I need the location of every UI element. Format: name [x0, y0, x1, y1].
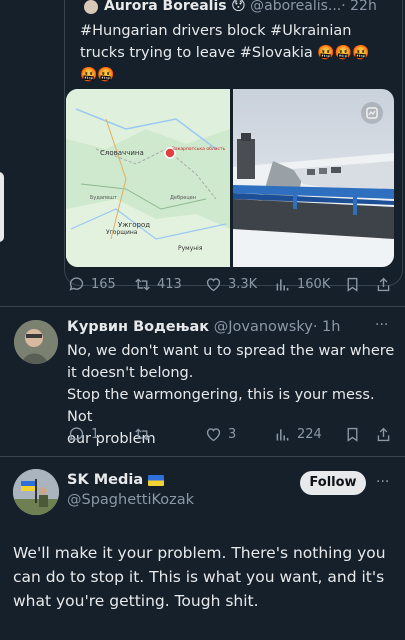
heart-icon — [206, 278, 221, 292]
main-text-line-2: can do to stop it. This is what you want… — [13, 568, 385, 586]
quoted-like-button[interactable]: 3.3K — [205, 276, 257, 293]
quoted-repost-count: 413 — [157, 277, 182, 292]
reply-text-line-3: Stop the warmongering, this is your mess… — [67, 387, 375, 425]
main-text-line-3: what you're getting. Tough shit. — [13, 592, 259, 610]
reply-bookmark-button[interactable] — [344, 426, 361, 443]
map-label-debrecen: Дебрецен — [170, 195, 197, 201]
follow-button[interactable]: Follow — [300, 471, 366, 495]
reply-more-button[interactable]: ··· — [375, 317, 388, 333]
reply-reply-count: 1 — [91, 427, 100, 442]
views-icon — [276, 429, 289, 441]
share-icon — [377, 427, 390, 442]
reply-repost-button[interactable] — [134, 426, 157, 443]
reply-avatar[interactable] — [14, 320, 58, 364]
ukraine-flag-icon — [148, 474, 165, 486]
map-label-slovakia: Словаччина — [100, 149, 144, 157]
map-label-oblast: Закарпатська область — [172, 147, 226, 152]
quoted-age: · 22h — [341, 0, 377, 14]
reply-views-button[interactable]: 224 — [274, 426, 322, 443]
scroll-handle[interactable] — [0, 172, 4, 242]
divider-2 — [0, 456, 405, 457]
reply-views-count: 224 — [297, 427, 322, 442]
quoted-display-name: Aurora Borealis — [104, 0, 227, 14]
quoted-reply-button[interactable]: 165 — [68, 276, 116, 293]
bookmark-icon — [347, 427, 358, 442]
reply-handle: @Jovanowsky — [213, 319, 313, 335]
reply-text-line-1: No, we don't want u to spread the war wh… — [67, 343, 395, 359]
quoted-emojis-line-3: 🤬🤬 — [80, 67, 115, 83]
views-icon — [276, 279, 289, 291]
map-image[interactable]: Словаччина Закарпатська область Ужгород … — [66, 89, 230, 267]
heart-icon — [206, 428, 221, 442]
quoted-views-button[interactable]: 160K — [274, 276, 330, 293]
quoted-text-line-2: trucks trying to leave #Slovakia — [80, 45, 313, 61]
divider-1 — [0, 306, 405, 307]
main-handle: @SpaghettiKozak — [67, 492, 195, 508]
repost-icon — [135, 428, 150, 441]
quoted-reply-count: 165 — [91, 277, 116, 292]
quoted-avatar — [84, 0, 98, 14]
main-post-text: We'll make it your problem. There's noth… — [13, 541, 401, 613]
quoted-like-count: 3.3K — [228, 277, 258, 292]
repost-icon — [135, 278, 150, 291]
reply-icon — [69, 427, 84, 441]
map-label-budapest: Будапешт — [90, 195, 117, 201]
reply-text-line-2: it doesn't belong. — [67, 365, 194, 381]
map-label-hungary: Угорщина — [106, 229, 138, 236]
map-label-romania: Румунія — [178, 245, 203, 252]
reply-icon — [69, 277, 84, 291]
quoted-handle: @aborealis... — [250, 0, 342, 14]
share-icon — [377, 277, 390, 292]
reply-age: · 1h — [312, 319, 341, 335]
quoted-name-emoji: 😯 — [231, 0, 246, 14]
map-label-uzhhorod: Ужгород — [118, 221, 151, 229]
map-graphic — [66, 89, 230, 267]
reply-like-button[interactable]: 3 — [205, 426, 236, 443]
reply-reply-button[interactable]: 1 — [68, 426, 99, 443]
quoted-views-count: 160K — [297, 277, 331, 292]
main-display-name: SK Media — [67, 472, 144, 488]
main-text-line-1: We'll make it your problem. There's noth… — [13, 544, 386, 562]
quoted-repost-button[interactable]: 413 — [134, 276, 182, 293]
quoted-share-button[interactable] — [375, 276, 392, 293]
reply-share-button[interactable] — [375, 426, 392, 443]
quoted-text: #Hungarian drivers block #Ukrainian truc… — [80, 20, 395, 86]
reply-like-count: 3 — [228, 427, 237, 442]
main-more-button[interactable]: ··· — [376, 474, 389, 490]
reply-display-name: Курвин Водењак — [67, 319, 210, 335]
main-post-avatar[interactable] — [13, 469, 59, 515]
quoted-bookmark-button[interactable] — [344, 276, 361, 293]
quoted-text-line-1: #Hungarian drivers block #Ukrainian — [80, 23, 352, 39]
alt-media-icon[interactable] — [361, 102, 383, 124]
quoted-emojis-line-2: 🤬🤬🤬 — [317, 45, 370, 61]
bookmark-icon — [347, 277, 358, 292]
trucks-photo[interactable] — [233, 89, 394, 267]
